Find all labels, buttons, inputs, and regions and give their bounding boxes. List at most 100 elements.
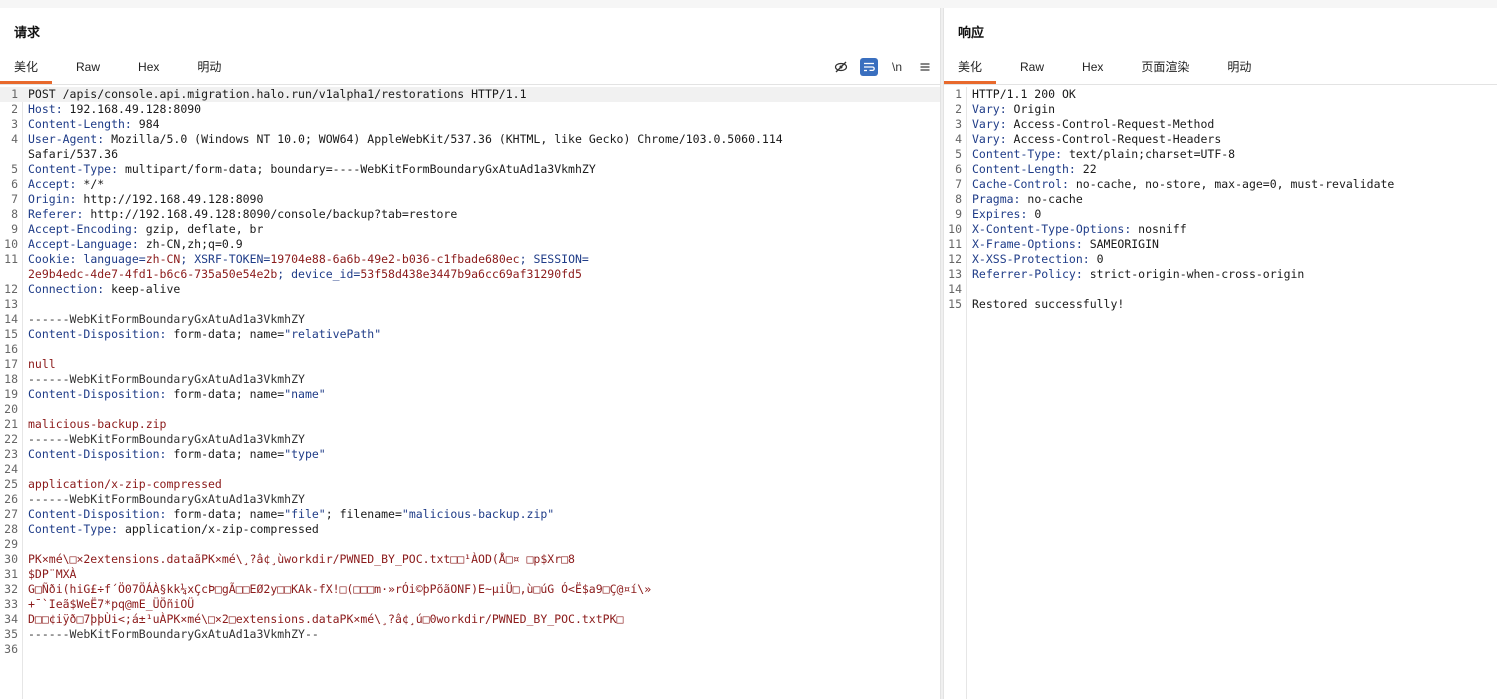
response-code-line: 8 Pragma: no-cache xyxy=(944,192,1497,207)
request-line-number: 20 xyxy=(4,402,18,416)
request-code-line: 2 Host: 192.168.49.128:8090 xyxy=(0,102,940,117)
request-editor[interactable]: 1 POST /apis/console.api.migration.halo.r… xyxy=(0,87,940,699)
response-line-number: 12 xyxy=(948,252,962,266)
response-line-number: 3 xyxy=(955,117,962,131)
request-line-text: +¯`Ieã$WeË7*pq@mE_ÜÖñiOÜ xyxy=(28,597,195,611)
response-pane: 响应 美化 Raw Hex 页面渲染 明动 1 HTTP/1.1 200 OK 2 V… xyxy=(944,8,1497,699)
request-line-text: Content-Disposition: form-data; name="na… xyxy=(28,387,326,401)
request-code-line: 7 Origin: http://192.168.49.128:8090 xyxy=(0,192,940,207)
request-line-number: 10 xyxy=(4,237,18,251)
response-tab-render[interactable]: 页面渲染 xyxy=(1127,56,1203,84)
request-line-text: ------WebKitFormBoundaryGxAtuAd1a3VkmhZY xyxy=(28,492,305,506)
response-code-line: 1 HTTP/1.1 200 OK xyxy=(944,87,1497,102)
request-line-number: 8 xyxy=(11,207,18,221)
request-line-text: User-Agent: Mozilla/5.0 (Windows NT 10.0… xyxy=(28,132,783,146)
request-line-number: 35 xyxy=(4,627,18,641)
response-code-line: 5 Content-Type: text/plain;charset=UTF-8 xyxy=(944,147,1497,162)
request-toolbar: \n xyxy=(832,56,934,78)
request-tab-pretty[interactable]: 美化 xyxy=(0,56,53,84)
request-tab-hex[interactable]: Hex xyxy=(124,56,173,84)
request-code-line: 6 Accept: */* xyxy=(0,177,940,192)
request-code-line: 11 Cookie: language=zh-CN; XSRF-TOKEN=197… xyxy=(0,252,940,267)
request-code-line: 13 xyxy=(0,297,940,312)
request-line-number: 14 xyxy=(4,312,18,326)
response-tab-raw[interactable]: Raw xyxy=(1006,56,1058,84)
request-code-line: 23 Content-Disposition: form-data; name="… xyxy=(0,447,940,462)
request-line-text: Safari/537.36 xyxy=(28,147,119,161)
response-tab-hex[interactable]: Hex xyxy=(1068,56,1117,84)
request-tab-inspector[interactable]: 明动 xyxy=(183,56,235,84)
request-code-line: 34 D□□¢iÿð□7þþÙi<;á±¹uÀPK×mé\□×2□extensio… xyxy=(0,612,940,627)
response-code-line: 10 X-Content-Type-Options: nosniff xyxy=(944,222,1497,237)
response-line-text: Pragma: no-cache xyxy=(972,192,1083,206)
response-editor[interactable]: 1 HTTP/1.1 200 OK 2 Vary: Origin 3 Vary: Acce… xyxy=(944,87,1497,699)
request-line-text: G□Ñði(hiG£÷f´Ö07ÖÁÀ§kk¼xÇcÞ□gÃ□□EØ2y□□KA… xyxy=(28,582,652,596)
request-line-number: 1 xyxy=(11,87,18,101)
request-line-number: 9 xyxy=(11,222,18,236)
request-line-number: 12 xyxy=(4,282,18,296)
request-line-text: Accept: */* xyxy=(28,177,105,191)
response-code-line: 9 Expires: 0 xyxy=(944,207,1497,222)
response-line-text: X-XSS-Protection: 0 xyxy=(972,252,1104,266)
request-line-text: Connection: keep-alive xyxy=(28,282,181,296)
newline-toggle-button[interactable]: \n xyxy=(888,58,906,76)
request-line-text: Accept-Encoding: gzip, deflate, br xyxy=(28,222,264,236)
request-code-line: 20 xyxy=(0,402,940,417)
request-line-text: Cookie: language=zh-CN; XSRF-TOKEN=19704… xyxy=(28,252,589,266)
request-tab-raw[interactable]: Raw xyxy=(62,56,114,84)
response-code-line: 2 Vary: Origin xyxy=(944,102,1497,117)
response-code-line: 7 Cache-Control: no-cache, no-store, max-… xyxy=(944,177,1497,192)
response-code-line: 15 Restored successfully! xyxy=(944,297,1497,312)
response-tabs-divider xyxy=(944,84,1497,85)
request-code-line: 12 Connection: keep-alive xyxy=(0,282,940,297)
request-line-text: Accept-Language: zh-CN,zh;q=0.9 xyxy=(28,237,243,251)
response-code-line: 14 xyxy=(944,282,1497,297)
request-line-number: 15 xyxy=(4,327,18,341)
response-line-number: 13 xyxy=(948,267,962,281)
response-line-number: 7 xyxy=(955,177,962,191)
request-code-line: 18 ------WebKitFormBoundaryGxAtuAd1a3Vkmh… xyxy=(0,372,940,387)
response-tab-inspector[interactable]: 明动 xyxy=(1213,56,1265,84)
request-line-text: Content-Length: 984 xyxy=(28,117,160,131)
hamburger-menu-icon[interactable] xyxy=(916,58,934,76)
request-line-text: 2e9b4edc-4de7-4fd1-b6c6-735a50e54e2b; de… xyxy=(28,267,582,281)
request-code-line: 3 Content-Length: 984 xyxy=(0,117,940,132)
word-wrap-icon[interactable] xyxy=(860,58,878,76)
request-code-line: 10 Accept-Language: zh-CN,zh;q=0.9 xyxy=(0,237,940,252)
request-line-number: 23 xyxy=(4,447,18,461)
response-line-number: 1 xyxy=(955,87,962,101)
response-code-line: 6 Content-Length: 22 xyxy=(944,162,1497,177)
request-code-line: 31 $DP¨MXÀ xyxy=(0,567,940,582)
request-code-line: 25 application/x-zip-compressed xyxy=(0,477,940,492)
request-line-number: 17 xyxy=(4,357,18,371)
response-code-line: 12 X-XSS-Protection: 0 xyxy=(944,252,1497,267)
request-line-text: Content-Disposition: form-data; name="re… xyxy=(28,327,382,341)
request-line-number: 24 xyxy=(4,462,18,476)
response-title: 响应 xyxy=(958,25,985,40)
request-line-text: Referer: http://192.168.49.128:8090/cons… xyxy=(28,207,458,221)
request-tabs: 美化 Raw Hex 明动 xyxy=(0,56,940,84)
request-line-number: 11 xyxy=(4,252,18,266)
request-code-line: Safari/537.36 xyxy=(0,147,940,162)
request-title: 请求 xyxy=(14,25,41,40)
response-line-text: Vary: Access-Control-Request-Headers xyxy=(972,132,1222,146)
request-code-line: 33 +¯`Ieã$WeË7*pq@mE_ÜÖñiOÜ xyxy=(0,597,940,612)
response-line-number: 9 xyxy=(955,207,962,221)
response-tab-pretty[interactable]: 美化 xyxy=(944,56,997,84)
eye-slash-icon[interactable] xyxy=(832,58,850,76)
response-line-number: 5 xyxy=(955,147,962,161)
response-line-number: 2 xyxy=(955,102,962,116)
request-line-number: 3 xyxy=(11,117,18,131)
request-line-text: ------WebKitFormBoundaryGxAtuAd1a3VkmhZY… xyxy=(28,627,319,641)
request-line-number: 34 xyxy=(4,612,18,626)
request-code-line: 35 ------WebKitFormBoundaryGxAtuAd1a3Vkmh… xyxy=(0,627,940,642)
response-line-text: Vary: Access-Control-Request-Method xyxy=(972,117,1215,131)
response-line-number: 4 xyxy=(955,132,962,146)
response-line-number: 11 xyxy=(948,237,962,251)
request-line-number: 19 xyxy=(4,387,18,401)
response-code-line: 13 Referrer-Policy: strict-origin-when-cr… xyxy=(944,267,1497,282)
request-line-number: 26 xyxy=(4,492,18,506)
request-pane: 请求 美化 Raw Hex 明动 \n 1 POST /apis/console… xyxy=(0,8,940,699)
request-code-line: 15 Content-Disposition: form-data; name="… xyxy=(0,327,940,342)
request-line-number: 18 xyxy=(4,372,18,386)
